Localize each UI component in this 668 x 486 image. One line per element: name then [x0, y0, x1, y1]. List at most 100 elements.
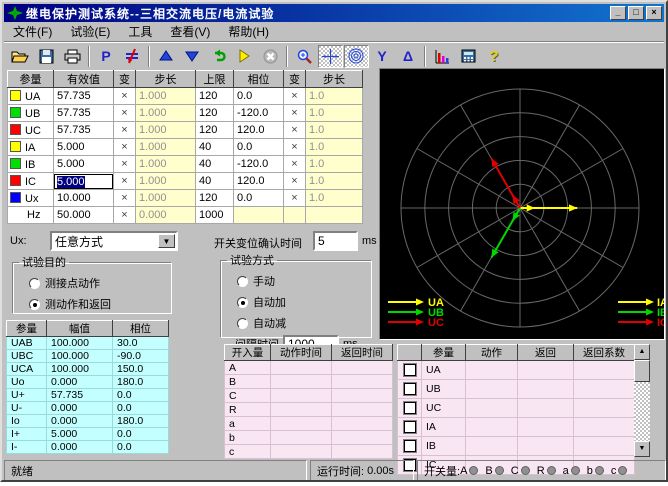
- delta-connection-button[interactable]: Δ: [396, 45, 421, 68]
- step-cell-1[interactable]: 0.000: [136, 207, 196, 224]
- step-cell-1[interactable]: 1.000: [136, 139, 196, 156]
- calculator-button[interactable]: [456, 45, 481, 68]
- limit-cell[interactable]: 120: [196, 88, 234, 105]
- vary-toggle-1[interactable]: ×: [114, 156, 136, 173]
- radio-selected-icon[interactable]: [237, 297, 248, 308]
- step-cell-2[interactable]: 1.0: [306, 139, 363, 156]
- axes-view-toggle[interactable]: [318, 45, 343, 68]
- vary-toggle-1[interactable]: ×: [114, 122, 136, 139]
- phase-cell[interactable]: 120.0: [234, 173, 284, 190]
- test-mode-option-0[interactable]: 手动: [237, 273, 371, 289]
- vary-toggle-1[interactable]: ×: [114, 139, 136, 156]
- phase-cell[interactable]: 0.0: [234, 139, 284, 156]
- step-cell-1[interactable]: 1.000: [136, 173, 196, 190]
- radio-unselected-icon[interactable]: [237, 276, 248, 287]
- limit-cell[interactable]: 40: [196, 156, 234, 173]
- limit-cell[interactable]: 120: [196, 190, 234, 207]
- menu-item-0[interactable]: 文件(F): [4, 21, 61, 42]
- step-cell-2[interactable]: [306, 207, 363, 224]
- checkbox-unchecked-icon[interactable]: [404, 383, 416, 395]
- test-mode-option-1[interactable]: 自动加: [237, 294, 371, 310]
- parameter-button[interactable]: P: [94, 45, 119, 68]
- vary-toggle-1[interactable]: ×: [114, 207, 136, 224]
- step-cell-1[interactable]: 1.000: [136, 88, 196, 105]
- checkbox-unchecked-icon[interactable]: [404, 421, 416, 433]
- step-cell-1[interactable]: 1.000: [136, 156, 196, 173]
- menu-item-4[interactable]: 帮助(H): [219, 21, 278, 42]
- increase-button[interactable]: [154, 45, 179, 68]
- vary-toggle-2[interactable]: ×: [284, 156, 306, 173]
- vary-toggle-1[interactable]: ×: [114, 105, 136, 122]
- menu-item-2[interactable]: 工具: [119, 21, 161, 42]
- radio-unselected-icon[interactable]: [237, 318, 248, 329]
- param-value-cell[interactable]: 5.000: [54, 173, 114, 190]
- param-value-cell[interactable]: 57.735: [54, 122, 114, 139]
- phase-cell[interactable]: 120.0: [234, 122, 284, 139]
- step-cell-2[interactable]: 1.0: [306, 105, 363, 122]
- test-mode-option-2[interactable]: 自动减: [237, 315, 371, 331]
- value-edit-box[interactable]: 5.000: [54, 174, 113, 189]
- switch-confirm-input[interactable]: [313, 231, 358, 251]
- scroll-up-icon[interactable]: ▲: [634, 344, 650, 360]
- checkbox-unchecked-icon[interactable]: [404, 364, 416, 376]
- harmonics-button[interactable]: [430, 45, 455, 68]
- radio-unselected-icon[interactable]: [29, 278, 40, 289]
- wye-connection-button[interactable]: Y: [370, 45, 395, 68]
- checkbox-unchecked-icon[interactable]: [404, 402, 416, 414]
- limit-cell[interactable]: 120: [196, 105, 234, 122]
- vary-toggle-1[interactable]: ×: [114, 173, 136, 190]
- vary-toggle-2[interactable]: ×: [284, 173, 306, 190]
- param-value-cell[interactable]: 57.735: [54, 105, 114, 122]
- scroll-down-icon[interactable]: ▼: [634, 441, 650, 457]
- vary-toggle-1[interactable]: ×: [114, 88, 136, 105]
- chevron-down-icon[interactable]: ▼: [158, 234, 175, 248]
- vary-toggle-2[interactable]: ×: [284, 122, 306, 139]
- param-value-cell[interactable]: 50.000: [54, 207, 114, 224]
- help-button[interactable]: ?: [482, 45, 507, 68]
- print-button[interactable]: [60, 45, 85, 68]
- limit-cell[interactable]: 40: [196, 139, 234, 156]
- stop-button[interactable]: [258, 45, 283, 68]
- step-cell-2[interactable]: 1.0: [306, 122, 363, 139]
- menu-item-3[interactable]: 查看(V): [161, 21, 219, 42]
- zoom-button[interactable]: [292, 45, 317, 68]
- start-button[interactable]: [232, 45, 257, 68]
- vary-toggle-2[interactable]: ×: [284, 190, 306, 207]
- vary-toggle-2[interactable]: ×: [284, 105, 306, 122]
- close-button[interactable]: ×: [646, 6, 662, 20]
- phase-cell[interactable]: -120.0: [234, 156, 284, 173]
- scrollbar-thumb[interactable]: [634, 360, 650, 382]
- step-cell-2[interactable]: 1.0: [306, 190, 363, 207]
- checkbox-unchecked-icon[interactable]: [404, 440, 416, 452]
- phase-cell[interactable]: 0.0: [234, 88, 284, 105]
- step-cell-2[interactable]: 1.0: [306, 156, 363, 173]
- param-value-cell[interactable]: 57.735: [54, 88, 114, 105]
- polar-view-toggle[interactable]: [344, 45, 369, 68]
- param-value-cell[interactable]: 5.000: [54, 156, 114, 173]
- open-file-button[interactable]: [8, 45, 33, 68]
- action-table-scrollbar[interactable]: ▲ ▼: [634, 344, 650, 457]
- minimize-button[interactable]: _: [610, 6, 626, 20]
- vary-toggle-2[interactable]: ×: [284, 88, 306, 105]
- test-purpose-option-1[interactable]: 测动作和返回: [29, 296, 171, 312]
- test-purpose-option-0[interactable]: 测接点动作: [29, 275, 171, 291]
- title-bar[interactable]: 继电保护测试系统--三相交流电压/电流试验 _ □ ×: [4, 4, 664, 22]
- step-cell-1[interactable]: 1.000: [136, 122, 196, 139]
- limit-cell[interactable]: 1000: [196, 207, 234, 224]
- phase-cell[interactable]: 0.0: [234, 190, 284, 207]
- reset-button[interactable]: [206, 45, 231, 68]
- step-cell-1[interactable]: 1.000: [136, 105, 196, 122]
- maximize-button[interactable]: □: [628, 6, 644, 20]
- vary-toggle-2[interactable]: ×: [284, 139, 306, 156]
- ux-mode-select[interactable]: 任意方式 ▼: [50, 231, 178, 251]
- step-cell-2[interactable]: 1.0: [306, 88, 363, 105]
- fault-setting-button[interactable]: [120, 45, 145, 68]
- step-cell-2[interactable]: 1.0: [306, 173, 363, 190]
- param-value-cell[interactable]: 10.000: [54, 190, 114, 207]
- menu-item-1[interactable]: 试验(E): [61, 21, 119, 42]
- vary-toggle-2[interactable]: [284, 207, 306, 224]
- limit-cell[interactable]: 120: [196, 122, 234, 139]
- param-value-cell[interactable]: 5.000: [54, 139, 114, 156]
- phase-cell[interactable]: [234, 207, 284, 224]
- step-cell-1[interactable]: 1.000: [136, 190, 196, 207]
